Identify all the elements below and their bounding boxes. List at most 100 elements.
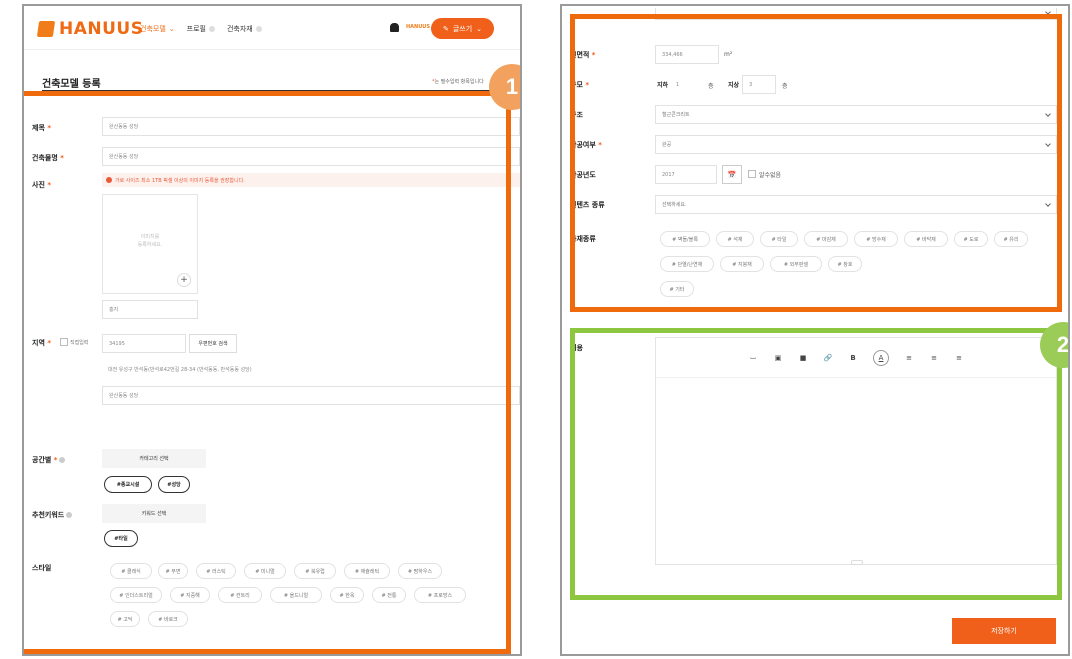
style-tag[interactable]: # 전통 [372, 587, 406, 603]
add-image-icon[interactable]: + [177, 273, 191, 287]
align-center-icon[interactable]: ≡ [929, 354, 939, 362]
style-tag[interactable]: # 한옥 [330, 587, 364, 603]
user-logo[interactable]: HANUUS [406, 24, 430, 30]
unknown-label: 알수없음 [759, 172, 782, 179]
align-right-icon[interactable]: ≡ [954, 354, 964, 362]
nav-item-materials[interactable]: 건축자재 [227, 24, 262, 34]
style-tag[interactable]: # 컨트리 [218, 587, 262, 603]
zip-code-input[interactable]: 34195 [102, 334, 186, 353]
zip-search-button[interactable]: 우편번호 검색 [189, 334, 237, 353]
material-tag[interactable]: # 지붕재 [720, 256, 764, 272]
unknown-checkbox[interactable] [748, 170, 756, 178]
material-tag[interactable]: # 유리 [994, 231, 1028, 247]
bold-icon[interactable]: B [848, 354, 858, 362]
material-tag[interactable]: # 벽돌/블록 [660, 231, 710, 247]
structure-select[interactable]: 철근콘크리트 [655, 105, 1057, 124]
aboveground-input[interactable]: 3 [742, 75, 776, 94]
style-tag[interactable]: # 바로크 [148, 611, 188, 627]
label-text: 지역 [32, 339, 45, 347]
chevron-down-icon [1045, 9, 1051, 15]
material-tag[interactable]: # 마감재 [804, 231, 848, 247]
style-tag[interactable]: # 러스틱 [196, 563, 236, 579]
direct-input-checkbox[interactable] [60, 338, 68, 346]
info-icon[interactable] [66, 512, 73, 518]
select-value: 완공 [662, 142, 672, 148]
logo[interactable]: HANUUS [36, 19, 143, 39]
style-tag[interactable]: # 프로방스 [414, 587, 466, 603]
area-input[interactable]: 334,466 [655, 45, 719, 64]
align-left-icon[interactable]: ≡ [904, 354, 914, 362]
nav-label: 건축자재 [226, 25, 253, 33]
completion-year-input[interactable]: 2017 [655, 165, 717, 184]
label-text: 완공여부 [570, 141, 596, 149]
content-editor[interactable]: ⌴ ▣ ■ 🔗 B A ≡ ≡ ≡ [655, 337, 1057, 565]
completion-select[interactable]: 완공 [655, 135, 1057, 154]
label-text: 추천키워드 [32, 511, 65, 519]
material-tag[interactable]: # 창호 [828, 256, 862, 272]
text-color-icon[interactable]: A [873, 349, 889, 366]
style-tag[interactable]: # 인더스트리얼 [110, 587, 162, 603]
keyword-tag[interactable]: #타일 [104, 530, 138, 547]
space-tag[interactable]: #성당 [158, 476, 190, 493]
style-tag[interactable]: # 무면 [158, 563, 188, 579]
contents-type-select[interactable]: 선택하세요. [655, 195, 1057, 214]
label-text: 규모 [570, 81, 583, 89]
structure-label: 구조 [570, 111, 583, 119]
style-tag[interactable]: # 올드니얼 [270, 587, 322, 603]
style-label: 스타일 [32, 564, 52, 572]
space-tag[interactable]: #종교시설 [104, 476, 152, 493]
nav-item-profile[interactable]: 프로필 [187, 24, 215, 34]
contents-type-label: 컨텐츠 종류 [570, 201, 605, 209]
info-icon[interactable] [59, 457, 66, 463]
style-tag[interactable]: # 애슐레턱 [344, 563, 390, 579]
image-upload-box[interactable]: 이미지를 등록하세요. + [102, 194, 198, 294]
bell-icon[interactable] [390, 23, 399, 32]
video-icon[interactable]: ■ [798, 354, 808, 362]
required-note: *는 필수입력 항목입니다 [432, 78, 484, 85]
chevron-down-icon [1045, 201, 1051, 207]
style-tag[interactable]: # 클래식 [110, 563, 152, 579]
write-button[interactable]: ✎ 글쓰기 ⌄ [431, 18, 494, 39]
material-tag[interactable]: # 방수재 [854, 231, 898, 247]
style-tag[interactable]: # 북유럽 [294, 563, 336, 579]
cutoff-select[interactable] [655, 8, 1057, 20]
style-tag[interactable]: # 팜하우스 [398, 563, 442, 579]
material-tag[interactable]: # 단열/난연재 [660, 256, 714, 272]
category-select-button[interactable]: 카테고리 선택 [102, 449, 206, 468]
underground-input[interactable]: 1 [670, 75, 704, 94]
photo-caption-input[interactable]: 홍지 [102, 300, 198, 319]
keyword-select-button[interactable]: 키워드 선택 [102, 504, 206, 523]
material-tag[interactable]: # 외부판넬 [770, 256, 822, 272]
gallery-icon[interactable]: ▣ [773, 354, 783, 362]
link-icon[interactable]: 🔗 [823, 354, 833, 362]
nav-item-architecture-model[interactable]: 건축모델 ⌄ [140, 24, 175, 34]
material-tag[interactable]: # 석재 [716, 231, 754, 247]
top-header: HANUUS 건축모델 ⌄ 프로필 건축자재 HANUUS ✎ 글쓰기 ⌄ [24, 6, 520, 50]
image-caption-icon[interactable]: ⌴ [748, 353, 758, 362]
material-tag[interactable]: # 도로 [954, 231, 988, 247]
select-value: 철근콘크리트 [662, 112, 690, 118]
placeholder-line: 등록하세요. [137, 242, 163, 248]
save-button[interactable]: 저장하기 [952, 618, 1056, 644]
material-tag[interactable]: # 바닥재 [904, 231, 948, 247]
warning-text: 가로 사이즈 최소 1TB 픽셀 이상의 이미지 등록을 권장합니다. [115, 177, 245, 184]
resize-handle[interactable] [851, 560, 863, 565]
address-input[interactable]: 대전 유성구 반석동(반석로42번길 28-34 (반석동동, 반석동동 성당) [102, 360, 520, 379]
label-text: 연면적 [570, 51, 590, 59]
title-input[interactable]: 완산동동 성당 [102, 117, 520, 136]
chevron-down-icon [1045, 141, 1051, 147]
style-tag[interactable]: # 미니멀 [244, 563, 286, 579]
scale-label: 규모 * [570, 80, 589, 90]
building-name-input[interactable]: 완산동동 성당 [102, 147, 520, 166]
style-tag[interactable]: # 고딕 [110, 611, 140, 627]
address-detail-input[interactable]: 완산동동 성당 [102, 386, 520, 405]
material-tag[interactable]: # 타일 [760, 231, 798, 247]
style-tag[interactable]: # 지중해 [170, 587, 210, 603]
keyword-label: 추천키워드 [32, 510, 73, 520]
pencil-icon: ✎ [442, 24, 449, 33]
calendar-icon[interactable]: 📅 [722, 165, 742, 184]
material-tag[interactable]: # 기타 [660, 281, 694, 297]
required-star: * [591, 51, 596, 59]
write-button-label: 글쓰기 [452, 24, 473, 33]
page-title: 건축모델 등록 [42, 79, 101, 90]
